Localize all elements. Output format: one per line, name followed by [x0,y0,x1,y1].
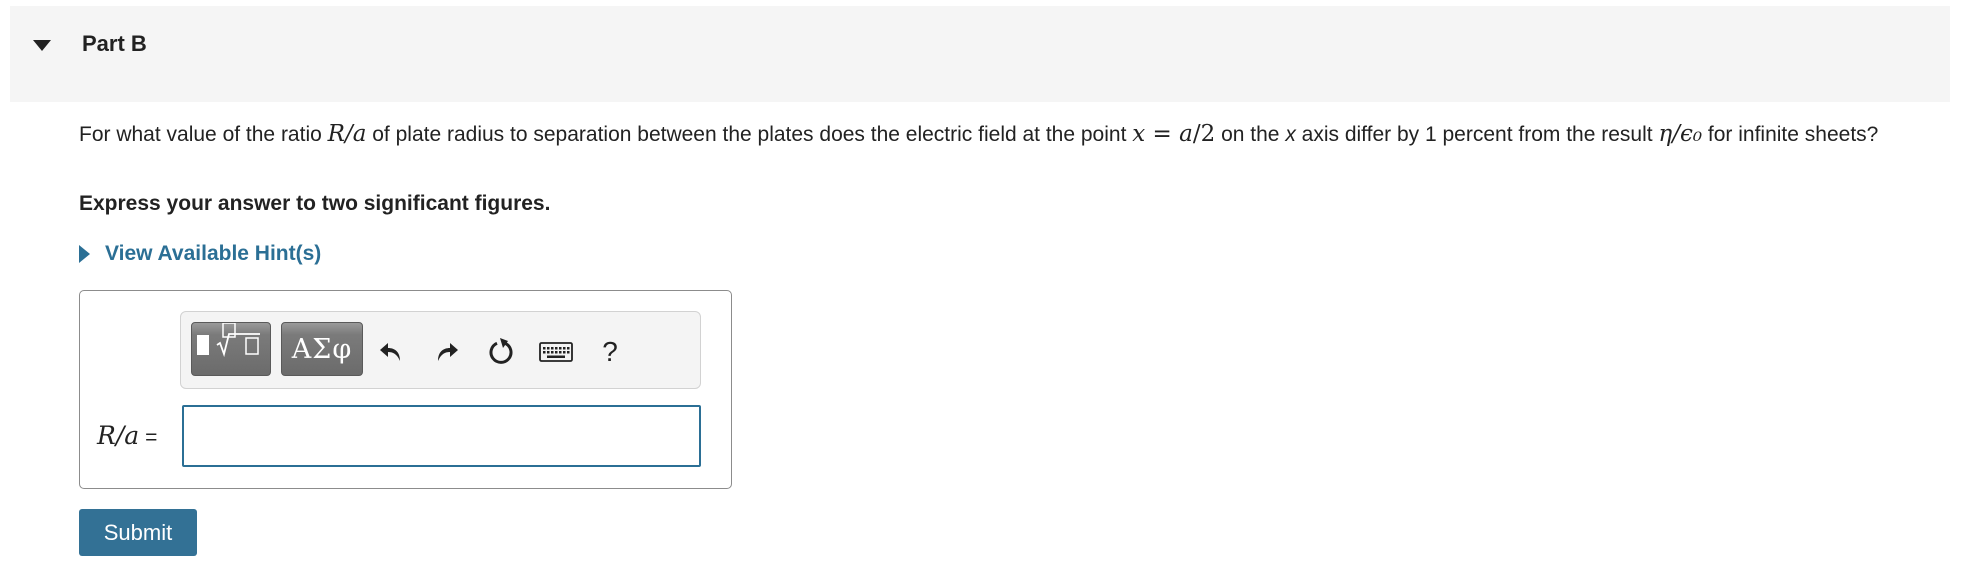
templates-icon [197,323,260,358]
answer-input[interactable] [182,405,701,467]
math-point-rhs-var: a [1179,121,1193,147]
answer-box: ΑΣφ ? R/a = [79,290,732,489]
templates-button[interactable] [191,322,271,376]
math-point-lhs: x [1132,121,1146,147]
question-text-2: of plate radius to separation between th… [366,123,1133,146]
part-header [10,6,1950,102]
question-text-4: axis differ by 1 percent from the result [1295,123,1659,146]
reset-icon[interactable] [481,332,521,372]
symbols-button[interactable]: ΑΣφ [281,322,363,376]
x-axis-var: x [1285,123,1296,146]
undo-icon[interactable] [371,332,411,372]
math-ratio: R/a [327,121,367,147]
answer-label: R/a = [97,421,157,451]
math-toolbar: ΑΣφ ? [180,311,701,389]
question-text-5: for infinite sheets? [1702,123,1879,146]
view-hints-link[interactable]: View Available Hint(s) [79,242,321,266]
answer-instruction: Express your answer to two significant f… [79,192,551,215]
answer-label-var: R/a [97,421,140,450]
question-text-1: For what value of the ratio [79,123,328,146]
answer-label-eq: = [145,426,158,449]
math-point-eq: = [1145,121,1180,147]
question-text-3: on the [1215,123,1286,146]
keyboard-icon[interactable] [536,332,576,372]
view-hints-label: View Available Hint(s) [105,242,322,265]
help-label: ? [602,336,618,367]
part-title[interactable]: Part B [82,31,147,57]
submit-button[interactable]: Submit [79,509,197,556]
redo-icon[interactable] [427,332,467,372]
symbols-icon: ΑΣφ [291,333,353,365]
math-point-rhs-rest: /2 [1192,121,1216,147]
collapse-caret-icon[interactable] [33,40,51,51]
expand-caret-icon [79,245,90,263]
math-result: η/ϵ₀ [1658,121,1703,147]
question-text: For what value of the ratio R/a of plate… [79,120,1929,149]
help-icon[interactable]: ? [595,332,625,372]
math-point: x = a/2 [1132,121,1215,147]
